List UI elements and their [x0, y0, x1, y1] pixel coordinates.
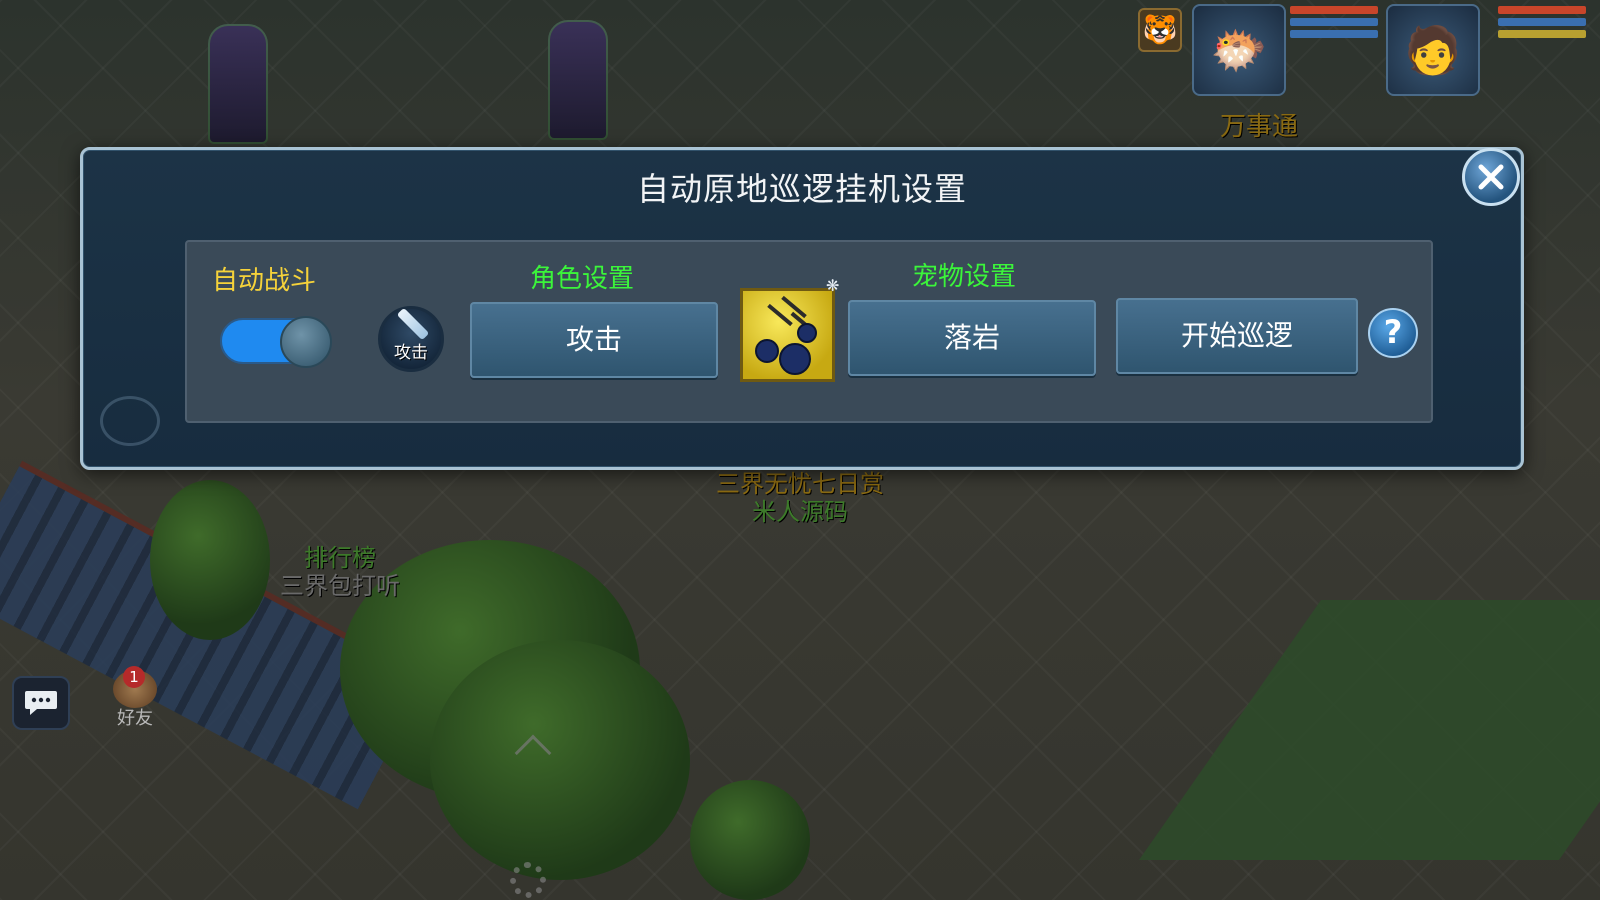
pet-action-button[interactable]: 落岩 [848, 300, 1096, 376]
start-patrol-button[interactable]: 开始巡逻 [1116, 298, 1358, 374]
close-button[interactable] [1462, 148, 1520, 206]
tree [690, 780, 810, 900]
cloud-swirl-decoration [100, 396, 160, 446]
role-skill-icon-label: 攻击 [394, 343, 428, 363]
paw-icon: ❋ [826, 276, 840, 295]
falling-rock-skill-icon[interactable] [740, 288, 835, 382]
player-hp-bar [1498, 6, 1586, 14]
chat-bubble-icon [25, 691, 57, 715]
tree [430, 640, 690, 880]
auto-battle-label: 自动战斗 [212, 266, 317, 296]
friends-button[interactable]: 1 好友 [104, 666, 166, 734]
pet-hp-bar [1290, 6, 1378, 14]
board-label-line1: 三界无忧七日赏 [716, 470, 884, 498]
guard-npc[interactable] [208, 24, 268, 144]
gear-icon[interactable] [510, 862, 546, 898]
friends-label: 好友 [117, 708, 153, 729]
player-mp-bar [1498, 18, 1586, 26]
tree [150, 480, 270, 640]
pet-mp-bar [1290, 18, 1378, 26]
role-settings-label: 角色设置 [530, 264, 635, 294]
player-portrait[interactable]: 🧑 [1386, 4, 1480, 96]
toggle-knob[interactable] [280, 316, 332, 368]
pet-exp-bar [1290, 30, 1378, 38]
leaderboard-npc-label[interactable]: 排行榜 三界包打听 [270, 544, 410, 600]
auto-battle-toggle[interactable] [220, 316, 332, 368]
board-label: 三界无忧七日赏 米人源码 [700, 470, 900, 526]
pet-portrait[interactable]: 🐡 [1192, 4, 1286, 96]
guard-npc[interactable] [548, 20, 608, 140]
role-skill-icon[interactable]: 攻击 [378, 306, 444, 372]
pet-settings-label: 宠物设置 [912, 262, 1017, 292]
player-status-bars [1498, 6, 1586, 42]
leaderboard-label-line2: 三界包打听 [280, 572, 400, 600]
help-button[interactable]: ? [1368, 308, 1418, 358]
tiger-pet-icon[interactable]: 🐯 [1138, 8, 1182, 52]
leaderboard-label-line1: 排行榜 [304, 544, 376, 572]
role-action-button[interactable]: 攻击 [470, 302, 718, 378]
player-exp-bar [1498, 30, 1586, 38]
friends-icon: 1 [113, 666, 157, 708]
pet-status-bars [1290, 6, 1378, 42]
dialog-title: 自动原地巡逻挂机设置 [636, 170, 967, 208]
board-label-line2: 米人源码 [752, 498, 848, 526]
npc-name-label: 万事通 [1220, 112, 1299, 142]
chat-button[interactable] [12, 676, 70, 730]
sword-icon [396, 307, 430, 341]
friends-notification-badge: 1 [123, 666, 145, 688]
close-icon [1478, 164, 1504, 190]
